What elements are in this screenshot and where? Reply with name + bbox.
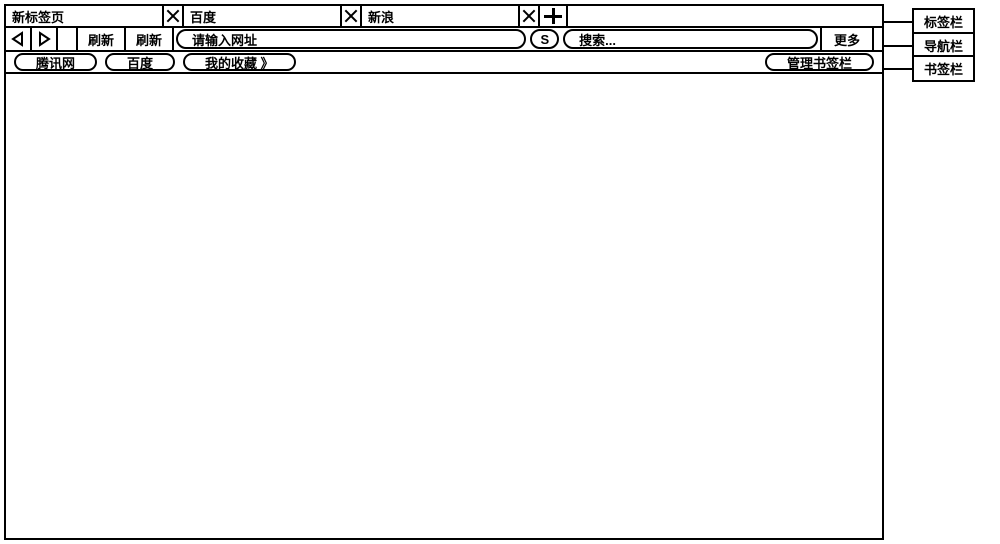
search-input[interactable]: 搜索... xyxy=(563,29,818,49)
url-input[interactable]: 请输入网址 xyxy=(176,29,526,49)
manage-bookmarks-button[interactable]: 管理书签栏 xyxy=(765,53,874,71)
tab-3[interactable]: 新浪 xyxy=(362,6,540,26)
callout-tabs-label: 标签栏 xyxy=(912,8,975,35)
callout-bookmarks-label: 书签栏 xyxy=(912,55,975,82)
tab-2-title: 百度 xyxy=(184,7,224,26)
refresh-button-1[interactable]: 刷新 xyxy=(78,28,126,50)
search-placeholder: 搜索... xyxy=(579,30,616,49)
close-icon[interactable] xyxy=(518,6,538,26)
bookmark-item-1[interactable]: 腾讯网 xyxy=(14,53,97,71)
bookmark-bar: 腾讯网 百度 我的收藏 》 管理书签栏 xyxy=(6,52,882,74)
tab-1[interactable]: 新标签页 xyxy=(6,6,184,26)
new-tab-button[interactable] xyxy=(540,6,568,26)
arrow-right-icon xyxy=(36,31,52,47)
bookmark-label: 我的收藏 》 xyxy=(205,53,274,72)
navigation-bar: 刷新 刷新 请输入网址 S 搜索... 更多 xyxy=(6,28,882,52)
search-engine-badge[interactable]: S xyxy=(530,29,559,49)
refresh-button-2[interactable]: 刷新 xyxy=(126,28,174,50)
more-button[interactable]: 更多 xyxy=(820,28,872,50)
close-icon[interactable] xyxy=(162,6,182,26)
close-icon[interactable] xyxy=(340,6,360,26)
tab-2[interactable]: 百度 xyxy=(184,6,362,26)
tab-1-title: 新标签页 xyxy=(6,7,72,26)
tab-bar: 新标签页 百度 新浪 xyxy=(6,6,882,28)
callout-tabs: 标签栏 xyxy=(884,8,975,35)
bookmark-item-2[interactable]: 百度 xyxy=(105,53,175,71)
forward-button[interactable] xyxy=(32,28,58,50)
back-button[interactable] xyxy=(6,28,32,50)
search-badge-label: S xyxy=(540,32,549,47)
callout-bookmarks: 书签栏 xyxy=(884,55,975,82)
url-placeholder: 请输入网址 xyxy=(192,30,257,49)
more-label: 更多 xyxy=(834,30,860,49)
nav-gap xyxy=(58,28,78,50)
browser-window: 新标签页 百度 新浪 刷新 xyxy=(4,4,884,540)
arrow-left-icon xyxy=(10,31,26,47)
bookmark-item-3[interactable]: 我的收藏 》 xyxy=(183,53,296,71)
menu-handle[interactable] xyxy=(872,28,882,50)
bookmark-label: 百度 xyxy=(127,53,153,72)
bookmark-label: 腾讯网 xyxy=(36,53,75,72)
tab-3-title: 新浪 xyxy=(362,7,402,26)
manage-bookmarks-label: 管理书签栏 xyxy=(787,53,852,72)
